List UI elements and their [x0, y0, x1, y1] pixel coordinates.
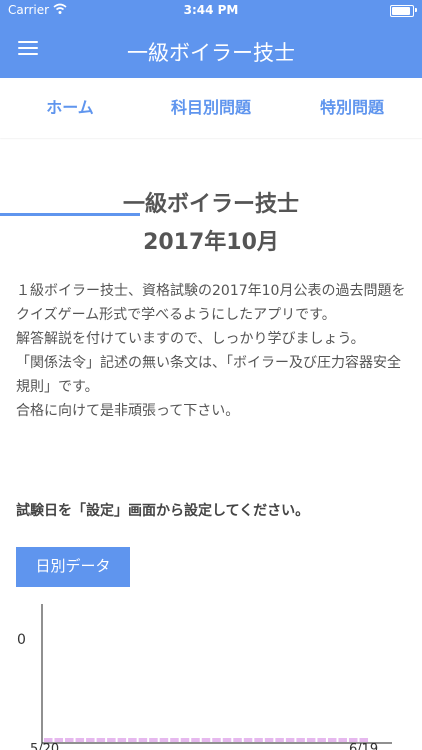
- chart-bar: [212, 738, 221, 742]
- chart-bar: [306, 738, 316, 742]
- tab-bar: ホーム 科目別問題 特別問題: [0, 78, 422, 216]
- chart-bar: [86, 738, 95, 742]
- description-line: 「関係法令」記述の無い条文は、「ボイラー及び圧力容器安全規則」です。: [16, 355, 401, 395]
- exam-date-notice: 試験日を「設定」画面から設定してください。: [16, 503, 310, 519]
- chart-bar: [65, 738, 74, 742]
- chart-bar: [149, 738, 158, 742]
- chart-bar: [138, 738, 148, 742]
- chart-bar: [233, 738, 242, 742]
- daily-chart: 0 5/20 6/19: [17, 604, 392, 750]
- chart-bar: [107, 738, 116, 742]
- description-line: 解答解説を付けていますので、しっかり学びましょう。: [16, 331, 365, 347]
- chart-bar: [275, 738, 284, 742]
- chart-bar: [201, 738, 211, 742]
- status-bar: Carrier 3:44 PM: [0, 0, 422, 22]
- nav-bar: 一級ボイラー技士: [0, 22, 422, 78]
- chart-bar: [75, 738, 85, 742]
- battery-icon: [390, 5, 414, 17]
- chart-bar: [222, 738, 232, 742]
- page-title: 一級ボイラー技士: [122, 192, 299, 217]
- chart-bar: [128, 738, 137, 742]
- chart-bar: [296, 738, 305, 742]
- description-line: １級ボイラー技士、資格試験の2017年10月公表の過去問題をクイズゲーム形式で学…: [16, 283, 406, 323]
- status-time: 3:44 PM: [183, 3, 239, 17]
- nav-title: 一級ボイラー技士: [127, 41, 295, 65]
- chart-bar: [243, 738, 253, 742]
- tab-by-subject[interactable]: 科目別問題: [141, 78, 281, 138]
- page-subtitle: 2017年10月: [143, 230, 279, 255]
- y-tick-label: 0: [17, 632, 26, 648]
- chart-bar: [96, 738, 106, 742]
- app-description: １級ボイラー技士、資格試験の2017年10月公表の過去問題をクイズゲーム形式で学…: [16, 279, 408, 423]
- chart-bar: [338, 738, 347, 742]
- bar-series: [44, 738, 368, 742]
- chart-bar: [180, 738, 190, 742]
- daily-data-button[interactable]: 日別データ: [16, 547, 130, 587]
- description-line: 合格に向けて是非頑張って下さい。: [16, 403, 240, 419]
- tab-special[interactable]: 特別問題: [282, 78, 422, 138]
- chart-bar: [170, 738, 179, 742]
- chart-bar: [191, 738, 200, 742]
- tab-home[interactable]: ホーム: [0, 78, 140, 138]
- battery-tip: [415, 8, 417, 12]
- chart-bar: [285, 738, 295, 742]
- x-tick-label: 6/19: [349, 742, 378, 750]
- chart-bar: [264, 738, 274, 742]
- chart-bar: [117, 738, 127, 742]
- chart-bar: [254, 738, 263, 742]
- x-tick-label: 5/20: [30, 742, 59, 750]
- chart-bar: [317, 738, 326, 742]
- chart-bar: [327, 738, 337, 742]
- chart-bar: [159, 738, 169, 742]
